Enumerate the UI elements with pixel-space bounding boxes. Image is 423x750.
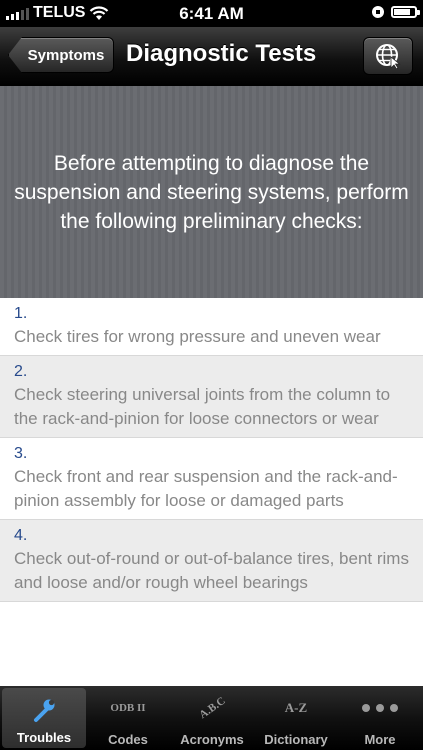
item-text: Check steering universal joints from the… [14, 385, 391, 428]
intro-text: Before attempting to diagnose the suspen… [14, 151, 409, 233]
tab-label: More [364, 732, 396, 747]
tab-label: Troubles [16, 730, 72, 745]
abc-icon: A.B.C [196, 694, 228, 722]
globe-icon [376, 44, 401, 69]
list-item[interactable]: 4. Check out-of-round or out-of-balance … [0, 520, 423, 602]
back-button-label: Symptoms [27, 46, 105, 64]
tab-more[interactable]: More [338, 686, 422, 750]
page-title: Diagnostic Tests [126, 40, 317, 67]
more-dots-icon [338, 694, 422, 722]
obd-ii-icon: ODB II [110, 701, 146, 714]
tab-label: Acronyms [180, 732, 244, 747]
intro-panel: Before attempting to diagnose the suspen… [0, 86, 423, 298]
status-bar: TELUS 6:41 AM [0, 0, 423, 27]
item-number: 4. [14, 527, 28, 544]
battery-icon [391, 6, 420, 18]
tab-label: Codes [108, 732, 148, 747]
a-z-icon: A-Z [284, 700, 308, 715]
globe-button[interactable] [363, 37, 413, 75]
list-item[interactable]: 1. Check tires for wrong pressure and un… [0, 298, 423, 356]
tab-acronyms[interactable]: A.B.C Acronyms [170, 686, 254, 750]
rotation-lock-icon [372, 6, 384, 18]
item-text: Check front and rear suspension and the … [14, 467, 398, 510]
tab-dictionary[interactable]: A-Z Dictionary [254, 686, 338, 750]
tab-bar: Troubles ODB II Codes A.B.C Acronyms A-Z… [0, 686, 423, 750]
item-text: Check tires for wrong pressure and uneve… [14, 327, 381, 346]
tab-codes[interactable]: ODB II Codes [86, 686, 170, 750]
navigation-bar: Symptoms Diagnostic Tests [0, 27, 423, 86]
list-item[interactable]: 3. Check front and rear suspension and t… [0, 438, 423, 520]
list-item[interactable]: 2. Check steering universal joints from … [0, 356, 423, 438]
tab-label: Dictionary [264, 732, 328, 747]
item-number: 1. [14, 305, 28, 322]
status-time: 6:41 AM [179, 4, 244, 23]
wrench-icon [2, 696, 86, 724]
item-number: 2. [14, 363, 28, 380]
item-text: Check out-of-round or out-of-balance tir… [14, 549, 409, 592]
tab-troubles[interactable]: Troubles [2, 688, 86, 748]
back-button[interactable]: Symptoms [8, 37, 114, 73]
item-number: 3. [14, 445, 28, 462]
checks-list[interactable]: 1. Check tires for wrong pressure and un… [0, 298, 423, 686]
